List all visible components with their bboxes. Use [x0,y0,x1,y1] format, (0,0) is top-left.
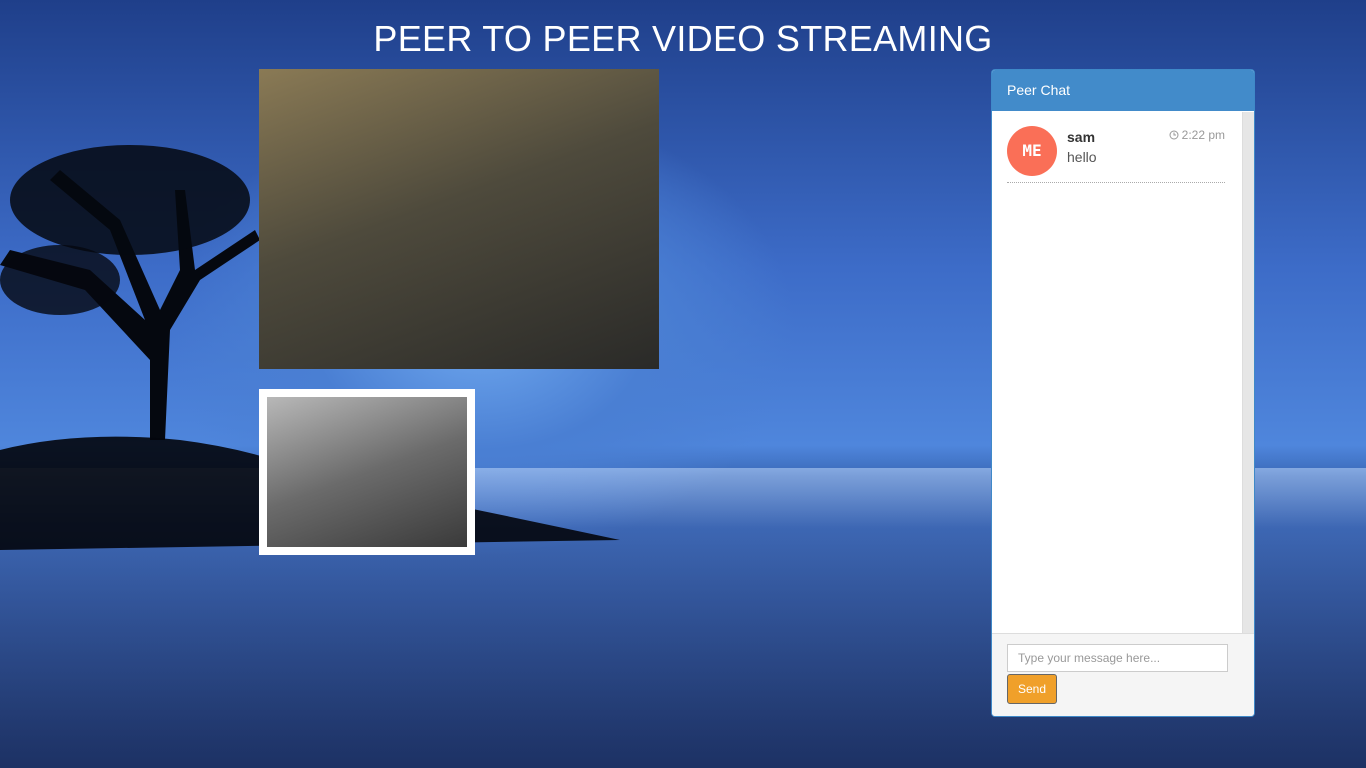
chat-scrollbar[interactable] [1242,112,1254,633]
chat-message: ME sam hello 2:22 pm [1007,126,1225,183]
message-text: hello [1067,149,1097,165]
message-time: 2:22 pm [1181,128,1225,142]
clock-icon [1169,130,1179,140]
chat-header: Peer Chat [992,70,1254,111]
tree-silhouette [0,145,260,440]
chat-messages: ME sam hello 2:22 pm [992,112,1242,633]
chat-panel: Peer Chat ME sam hello 2:22 pm Send [991,69,1255,717]
local-video [259,389,475,555]
avatar: ME [1007,126,1057,176]
message-sender: sam [1067,129,1096,145]
message-input[interactable] [1007,644,1228,672]
send-button[interactable]: Send [1007,674,1057,704]
chat-footer: Send [992,633,1254,716]
message-time-wrap: 2:22 pm [1169,128,1225,142]
remote-video [259,69,659,369]
page-title: PEER TO PEER VIDEO STREAMING [373,18,993,59]
